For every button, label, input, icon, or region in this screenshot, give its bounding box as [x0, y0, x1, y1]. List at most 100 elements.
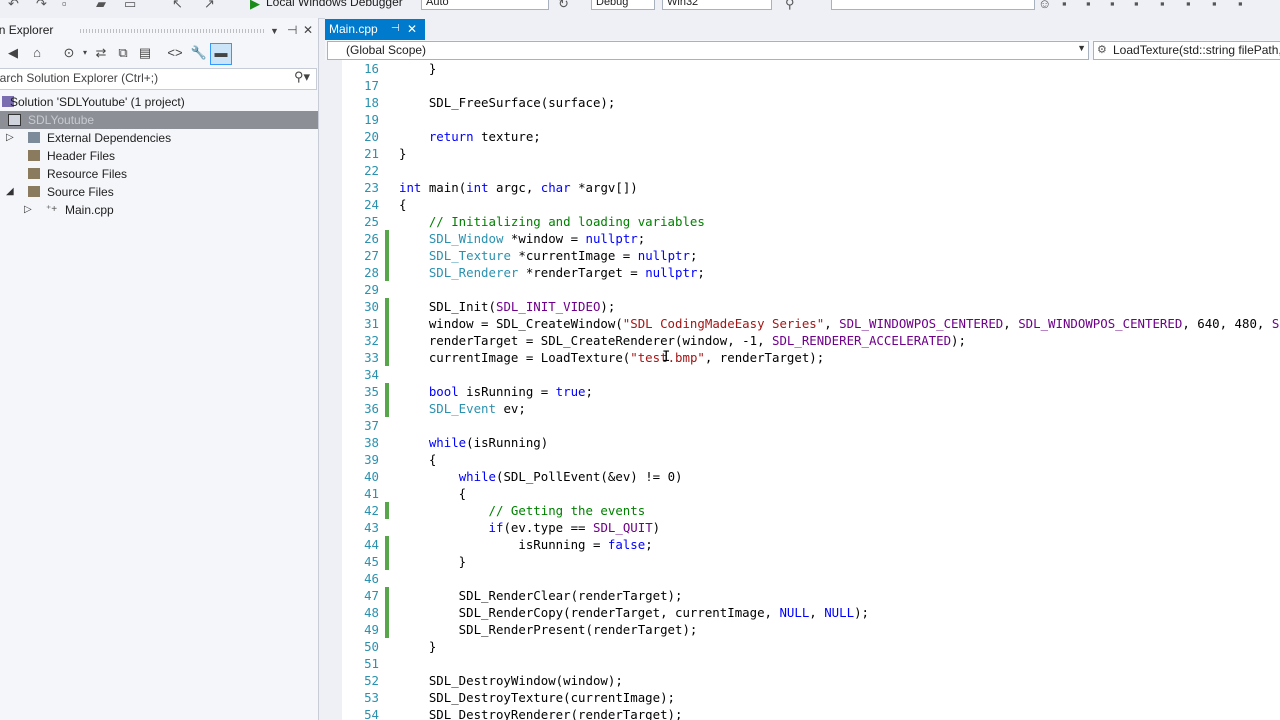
- code-line[interactable]: 52 SDL_DestroyWindow(window);: [325, 672, 1280, 689]
- toolbar-icon-d[interactable]: ▪: [1134, 0, 1139, 11]
- code-editor[interactable]: 16 } 17 18 SDL_FreeSurface(surface); 19 20 r…: [325, 60, 1280, 720]
- new-item-icon[interactable]: ▫: [62, 0, 67, 11]
- code-line[interactable]: 19: [325, 111, 1280, 128]
- properties-icon[interactable]: 🔧: [190, 44, 208, 62]
- tree-item-resource-files[interactable]: Resource Files: [0, 165, 318, 183]
- code-line[interactable]: 46: [325, 570, 1280, 587]
- open-icon[interactable]: ▰: [96, 0, 106, 12]
- close-icon[interactable]: ✕: [303, 20, 313, 40]
- code-line[interactable]: 47 SDL_RenderClear(renderTarget);: [325, 587, 1280, 604]
- close-icon[interactable]: ✕: [407, 19, 417, 39]
- save-icon[interactable]: ▭: [124, 0, 136, 12]
- scope-dropdown[interactable]: (Global Scope) ▼: [327, 41, 1089, 60]
- code-line[interactable]: 33 currentImage = LoadTexture("test.bmp"…: [325, 349, 1280, 366]
- code-line[interactable]: 43 if(ev.type == SDL_QUIT): [325, 519, 1280, 536]
- code-line[interactable]: 25 // Initializing and loading variables: [325, 213, 1280, 230]
- view-code-icon[interactable]: <>: [166, 44, 184, 62]
- code-line[interactable]: 23 int main(int argc, char *argv[]): [325, 179, 1280, 196]
- change-marker: [385, 383, 389, 400]
- code-line[interactable]: 41 {: [325, 485, 1280, 502]
- back-icon[interactable]: ◀: [4, 44, 22, 62]
- preview-selected-icon[interactable]: ▬: [210, 43, 232, 65]
- tree-item-main-cpp[interactable]: ▷ ⁺+ Main.cpp: [0, 201, 318, 219]
- home-icon[interactable]: ⌂: [28, 44, 46, 62]
- configuration-combo[interactable]: Debug: [591, 0, 655, 10]
- code-line[interactable]: 29: [325, 281, 1280, 298]
- code-line[interactable]: 31 window = SDL_CreateWindow("SDL Coding…: [325, 315, 1280, 332]
- code-line[interactable]: 17: [325, 77, 1280, 94]
- feedback-icon[interactable]: ☺: [1038, 0, 1051, 11]
- code-line[interactable]: 16 }: [325, 60, 1280, 77]
- code-line[interactable]: 35 bool isRunning = true;: [325, 383, 1280, 400]
- toolbar-icon-c[interactable]: ▪: [1110, 0, 1115, 11]
- toolbar-icon-b[interactable]: ▪: [1086, 0, 1091, 11]
- code-line[interactable]: 42 // Getting the events: [325, 502, 1280, 519]
- code-line[interactable]: 54 SDL_DestroyRenderer(renderTarget);: [325, 706, 1280, 720]
- toolbar-icon-a[interactable]: ▪: [1062, 0, 1067, 11]
- tab-main-cpp[interactable]: Main.cpp ⊣ ✕: [325, 19, 425, 40]
- tree-item-source-files[interactable]: ◢ Source Files: [0, 183, 318, 201]
- navigate-forward-icon[interactable]: ↗: [204, 0, 215, 12]
- line-number: 31: [364, 316, 379, 331]
- refresh-icon[interactable]: ⇄: [92, 44, 110, 62]
- toolbar-icon-g[interactable]: ▪: [1212, 0, 1217, 11]
- start-debug-icon[interactable]: ▶: [250, 0, 260, 12]
- toolbar-icon-h[interactable]: ▪: [1238, 0, 1243, 11]
- code-line[interactable]: 22: [325, 162, 1280, 179]
- code-line[interactable]: 48 SDL_RenderCopy(renderTarget, currentI…: [325, 604, 1280, 621]
- show-all-files-icon[interactable]: ▤: [136, 44, 154, 62]
- code-line[interactable]: 26 SDL_Window *window = nullptr;: [325, 230, 1280, 247]
- refresh-icon[interactable]: ↻: [558, 0, 569, 12]
- line-code: bool isRunning = true;: [428, 384, 593, 399]
- search-icon[interactable]: ⚲▾: [294, 69, 310, 85]
- folder-icon: [28, 150, 40, 161]
- find-icon[interactable]: ⚲: [785, 0, 795, 12]
- auto-combo[interactable]: Auto: [421, 0, 549, 10]
- chevron-down-icon[interactable]: ▼: [1077, 43, 1086, 53]
- toolbar-icon-e[interactable]: ▪: [1160, 0, 1165, 11]
- code-line[interactable]: 53 SDL_DestroyTexture(currentImage);: [325, 689, 1280, 706]
- expand-arrow-icon[interactable]: ▷: [24, 201, 32, 219]
- code-line[interactable]: 38 while(isRunning): [325, 434, 1280, 451]
- undo-icon[interactable]: ↶: [8, 0, 19, 12]
- pin-icon[interactable]: ⊣: [287, 20, 297, 40]
- code-line[interactable]: 44 isRunning = false;: [325, 536, 1280, 553]
- quick-launch-input[interactable]: [831, 0, 1035, 10]
- collapse-all-icon[interactable]: ⧉: [114, 44, 132, 62]
- code-line[interactable]: 24 {: [325, 196, 1280, 213]
- expand-arrow-icon[interactable]: ▷: [6, 129, 14, 147]
- pin-icon[interactable]: ⊣: [391, 19, 400, 39]
- code-line[interactable]: 30 SDL_Init(SDL_INIT_VIDEO);: [325, 298, 1280, 315]
- chevron-down-icon[interactable]: ▼: [270, 21, 279, 41]
- code-line[interactable]: 32 renderTarget = SDL_CreateRenderer(win…: [325, 332, 1280, 349]
- code-line[interactable]: 51: [325, 655, 1280, 672]
- collapse-arrow-icon[interactable]: ◢: [6, 183, 14, 201]
- code-line[interactable]: 45 }: [325, 553, 1280, 570]
- navigate-back-icon[interactable]: ↖: [172, 0, 183, 12]
- tree-solution[interactable]: Solution 'SDLYoutube' (1 project): [0, 93, 318, 111]
- code-line[interactable]: 37: [325, 417, 1280, 434]
- code-line[interactable]: 40 while(SDL_PollEvent(&ev) != 0): [325, 468, 1280, 485]
- code-line[interactable]: 21}: [325, 145, 1280, 162]
- code-line[interactable]: 20 return texture;: [325, 128, 1280, 145]
- platform-combo[interactable]: Win32: [662, 0, 772, 10]
- toolbar-icon-f[interactable]: ▪: [1186, 0, 1191, 11]
- code-line[interactable]: 27 SDL_Texture *currentImage = nullptr;: [325, 247, 1280, 264]
- tree-project[interactable]: SDLYoutube: [0, 111, 318, 129]
- function-dropdown[interactable]: ⚙ LoadTexture(std::string filePath, SDL_…: [1093, 41, 1280, 60]
- line-number: 17: [364, 78, 379, 93]
- debugger-label[interactable]: Local Windows Debugger: [266, 0, 403, 9]
- tree-item-external-dependencies[interactable]: ▷ External Dependencies: [0, 129, 318, 147]
- code-line[interactable]: 39 {: [325, 451, 1280, 468]
- code-line[interactable]: 50 }: [325, 638, 1280, 655]
- tree-item-label: Source Files: [47, 185, 114, 199]
- redo-icon[interactable]: ↷: [36, 0, 47, 12]
- code-line[interactable]: 18 SDL_FreeSurface(surface);: [325, 94, 1280, 111]
- code-line[interactable]: 28 SDL_Renderer *renderTarget = nullptr;: [325, 264, 1280, 281]
- tree-item-header-files[interactable]: Header Files: [0, 147, 318, 165]
- code-line[interactable]: 49 SDL_RenderPresent(renderTarget);: [325, 621, 1280, 638]
- line-number: 35: [364, 384, 379, 399]
- solution-explorer-search[interactable]: Search Solution Explorer (Ctrl+;) ⚲▾: [0, 68, 317, 90]
- code-line[interactable]: 36 SDL_Event ev;: [325, 400, 1280, 417]
- code-line[interactable]: 34: [325, 366, 1280, 383]
